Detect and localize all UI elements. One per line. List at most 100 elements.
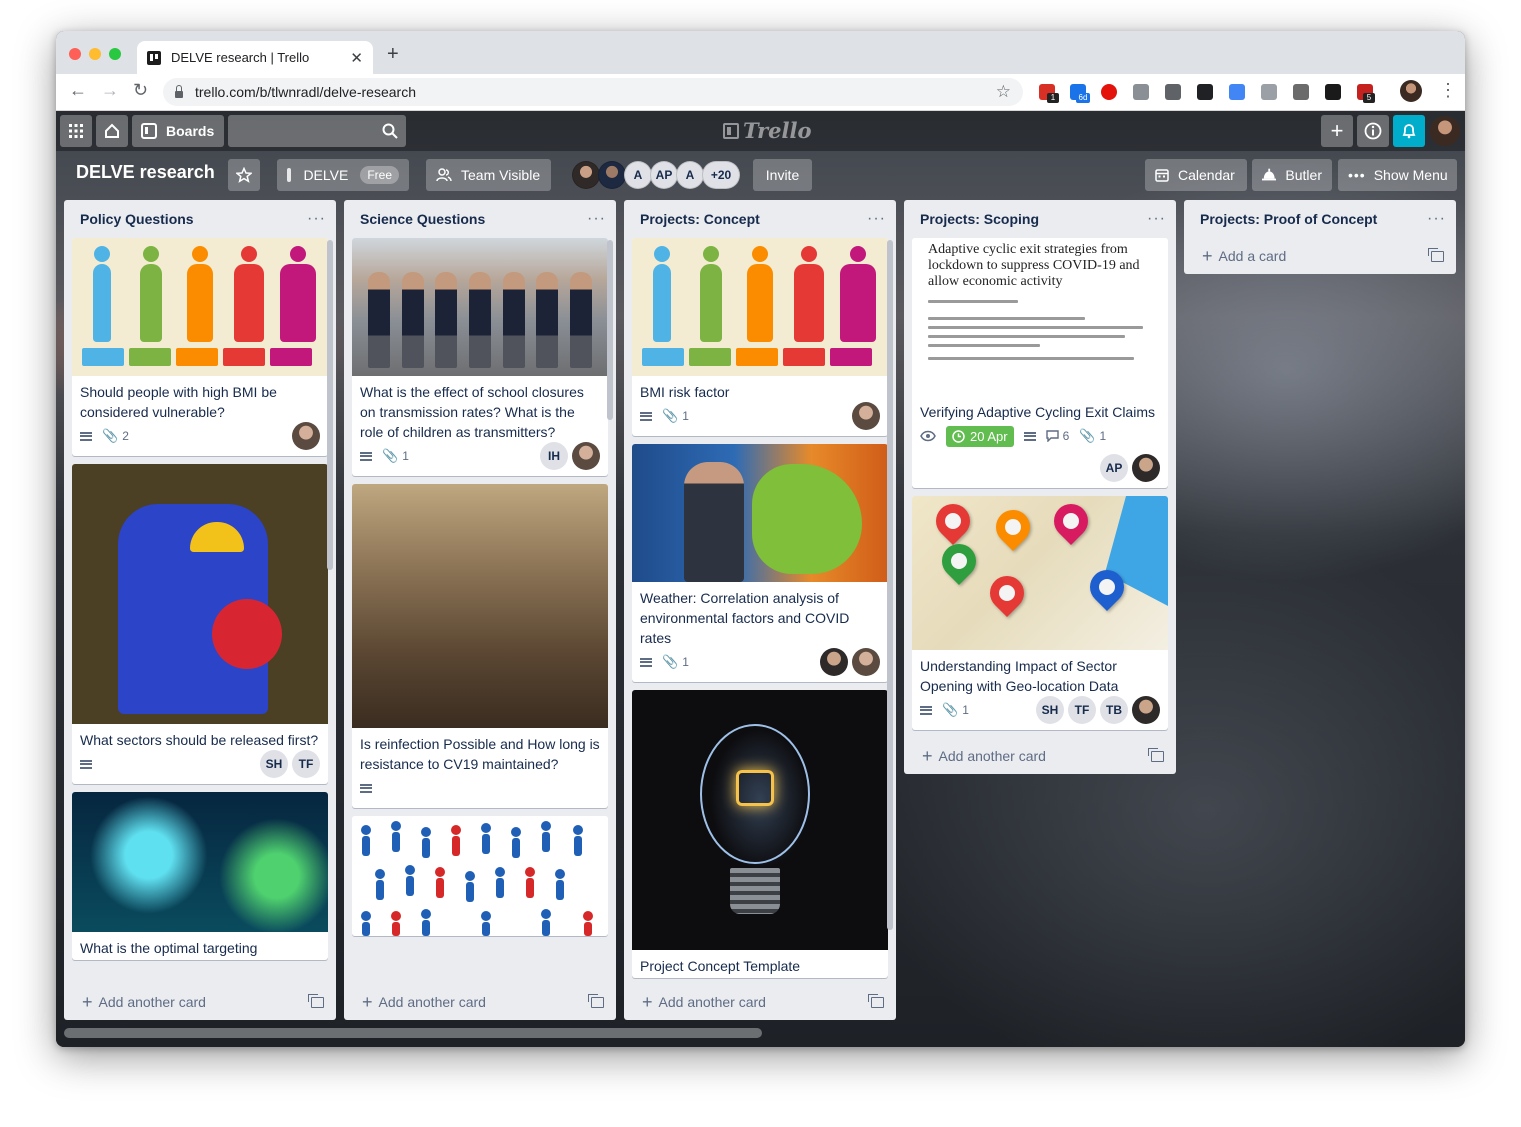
boards-button[interactable]: Boards: [132, 115, 224, 147]
list-title[interactable]: Projects: Scoping: [920, 211, 1147, 227]
butler-button[interactable]: Butler: [1252, 159, 1332, 191]
list-menu-icon[interactable]: ···: [1147, 210, 1166, 228]
member-avatar[interactable]: [820, 648, 848, 676]
zoom-window-button[interactable]: [109, 48, 121, 60]
extension-shield-icon[interactable]: 5: [1357, 84, 1375, 103]
member-avatar[interactable]: [598, 161, 626, 189]
list-menu-icon[interactable]: ···: [867, 210, 886, 228]
list-menu-icon[interactable]: ···: [1427, 210, 1446, 228]
member-avatar[interactable]: [572, 161, 600, 189]
home-icon[interactable]: [96, 115, 128, 147]
minimize-window-button[interactable]: [89, 48, 101, 60]
due-date-badge[interactable]: 20 Apr: [946, 425, 1014, 447]
member-avatar[interactable]: [572, 442, 600, 470]
member-avatar[interactable]: [852, 648, 880, 676]
close-window-button[interactable]: [69, 48, 81, 60]
more-members-badge[interactable]: +20: [702, 161, 740, 189]
member-avatar[interactable]: AP: [1100, 454, 1128, 482]
member-avatar[interactable]: [292, 422, 320, 450]
template-icon[interactable]: [1148, 747, 1164, 762]
member-avatar[interactable]: [852, 402, 880, 430]
member-avatar[interactable]: TB: [1100, 696, 1128, 724]
list-title[interactable]: Policy Questions: [80, 211, 307, 227]
address-bar[interactable]: trello.com/b/tlwnradl/delve-research ☆: [163, 78, 1023, 106]
card[interactable]: What is the effect of school closures on…: [352, 238, 608, 476]
board-horizontal-scrollbar[interactable]: [64, 1028, 762, 1038]
member-avatar[interactable]: A: [624, 161, 652, 189]
card[interactable]: Should people with high BMI be considere…: [72, 238, 328, 456]
search-input[interactable]: [228, 115, 406, 147]
visibility-button[interactable]: Team Visible: [426, 159, 551, 191]
close-tab-icon[interactable]: ✕: [350, 49, 363, 67]
add-card-button[interactable]: + Add another card: [64, 984, 336, 1020]
member-avatar[interactable]: A: [676, 161, 704, 189]
list-scrollbar[interactable]: [607, 240, 613, 420]
calendar-button[interactable]: Calendar: [1145, 159, 1247, 191]
member-avatar[interactable]: IH: [540, 442, 568, 470]
show-menu-button[interactable]: ••• Show Menu: [1338, 159, 1457, 191]
extension-mail-icon[interactable]: [1165, 84, 1181, 100]
list-menu-icon[interactable]: ···: [587, 210, 606, 228]
card[interactable]: What is the optimal targeting: [72, 792, 328, 960]
user-avatar[interactable]: [1430, 116, 1460, 146]
team-button[interactable]: DELVE Free: [277, 159, 409, 191]
member-avatar[interactable]: SH: [1036, 696, 1064, 724]
list-scrollbar[interactable]: [887, 240, 893, 930]
add-card-button[interactable]: + Add a card: [1184, 238, 1456, 274]
extension-hype-icon[interactable]: [1325, 84, 1341, 100]
template-icon[interactable]: [308, 993, 324, 1008]
extension-ap-icon[interactable]: [1293, 84, 1309, 100]
member-avatar[interactable]: SH: [260, 750, 288, 778]
add-card-button[interactable]: + Add another card: [344, 984, 616, 1020]
list-title[interactable]: Projects: Proof of Concept: [1200, 211, 1427, 227]
extension-glasses-icon[interactable]: [1197, 84, 1213, 100]
template-icon[interactable]: [1428, 247, 1444, 262]
invite-button[interactable]: Invite: [753, 159, 812, 191]
forward-icon[interactable]: →: [101, 80, 119, 101]
add-card-button[interactable]: + Add another card: [624, 984, 896, 1020]
board-title[interactable]: DELVE research: [76, 162, 215, 183]
card[interactable]: Is reinfection Possible and How long is …: [352, 484, 608, 808]
list-title[interactable]: Projects: Concept: [640, 211, 867, 227]
browser-tab[interactable]: DELVE research | Trello ✕: [137, 41, 373, 74]
bell-icon[interactable]: [1393, 115, 1425, 147]
extension-dropbox-icon[interactable]: [1133, 84, 1149, 100]
extension-todo-icon[interactable]: 1: [1039, 84, 1059, 103]
list-scrollbar[interactable]: [327, 240, 333, 570]
member-avatar[interactable]: [1132, 454, 1160, 482]
card[interactable]: Weather: Correlation analysis of environ…: [632, 444, 888, 682]
profile-avatar[interactable]: [1400, 80, 1422, 102]
trello-logo[interactable]: Trello: [723, 118, 812, 143]
browser-menu-icon[interactable]: ⋮: [1439, 80, 1457, 101]
card[interactable]: What sectors should be released first? S…: [72, 464, 328, 784]
star-board-button[interactable]: [228, 159, 260, 191]
info-icon[interactable]: [1357, 115, 1389, 147]
add-card-button[interactable]: + Add another card: [904, 738, 1176, 774]
back-icon[interactable]: ←: [69, 80, 87, 101]
card[interactable]: Understanding Impact of Sector Opening w…: [912, 496, 1168, 730]
card[interactable]: Project Concept Template: [632, 690, 888, 978]
tab-title: DELVE research | Trello: [171, 50, 310, 65]
card[interactable]: BMI risk factor 📎 1: [632, 238, 888, 436]
extension-tag-icon[interactable]: [1261, 84, 1277, 100]
member-avatar[interactable]: AP: [650, 161, 678, 189]
reload-icon[interactable]: ↻: [133, 80, 148, 101]
template-icon[interactable]: [588, 993, 604, 1008]
extension-translate-icon[interactable]: [1229, 84, 1245, 100]
card[interactable]: [352, 816, 608, 936]
new-tab-icon[interactable]: +: [387, 43, 399, 66]
member-avatar[interactable]: [1132, 696, 1160, 724]
bookmark-star-icon[interactable]: ☆: [996, 82, 1011, 102]
extension-opera-icon[interactable]: [1101, 84, 1117, 100]
plus-icon[interactable]: +: [1321, 115, 1353, 147]
attachment-icon: 📎: [662, 408, 679, 423]
template-icon[interactable]: [868, 993, 884, 1008]
card[interactable]: Adaptive cyclic exit strategies from loc…: [912, 238, 1168, 488]
plus-icon: +: [922, 745, 933, 766]
member-avatar[interactable]: TF: [292, 750, 320, 778]
apps-icon[interactable]: [60, 115, 92, 147]
extension-calendar-icon[interactable]: 6d: [1070, 84, 1090, 103]
list-title[interactable]: Science Questions: [360, 211, 587, 227]
member-avatar[interactable]: TF: [1068, 696, 1096, 724]
list-menu-icon[interactable]: ···: [307, 210, 326, 228]
